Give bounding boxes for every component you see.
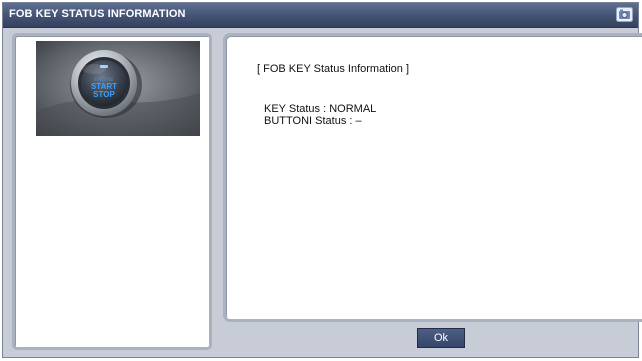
image-panel: ENGINE START STOP (12, 33, 212, 350)
fob-key-status-window: FOB KEY STATUS INFORMATION ENGINE START … (2, 2, 642, 358)
camera-icon[interactable] (616, 7, 633, 22)
key-status: KEY Status : NORMAL (264, 103, 377, 115)
ok-button[interactable]: Ok (417, 328, 465, 348)
start-stop-button-image: ENGINE START STOP (36, 41, 200, 136)
status-info-heading: [ FOB KEY Status Information ] (257, 63, 410, 75)
status-info-panel: [ FOB KEY Status Information ] KEY Statu… (223, 33, 642, 322)
window-title: FOB KEY STATUS INFORMATION (9, 8, 186, 20)
stop-label: STOP (93, 90, 115, 99)
title-bar: FOB KEY STATUS INFORMATION (3, 3, 638, 28)
button-status: BUTTONI Status : – (264, 115, 362, 127)
